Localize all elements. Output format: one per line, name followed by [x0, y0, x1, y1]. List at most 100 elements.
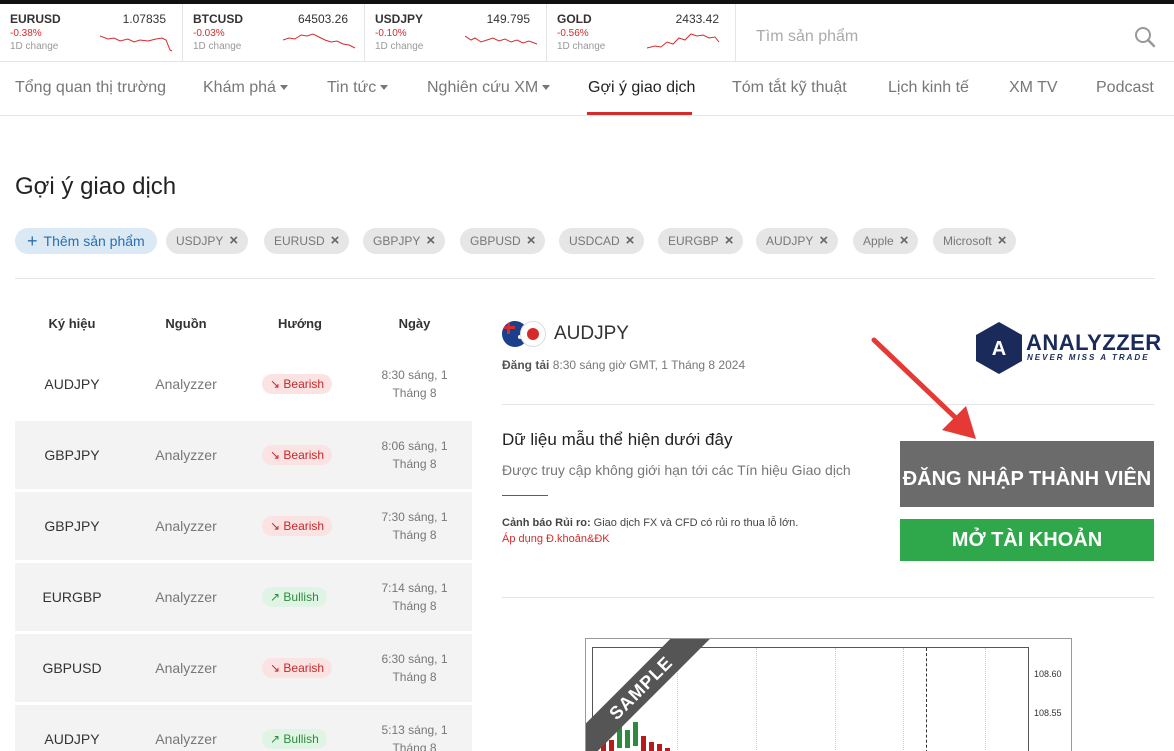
- nav-podcast[interactable]: Podcast: [1096, 79, 1154, 97]
- search-input[interactable]: [756, 25, 1116, 49]
- direction-label: Bearish: [283, 448, 325, 462]
- posted-info: Đăng tải 8:30 sáng giờ GMT, 1 Tháng 8 20…: [502, 358, 745, 372]
- header-source: Nguồn: [165, 316, 207, 331]
- grid-line: [903, 648, 904, 751]
- row-source: Analyzzer: [155, 660, 217, 676]
- promo-subtitle: Được truy cập không giới hạn tới các Tín…: [502, 462, 851, 478]
- ticker-usdjpy[interactable]: USDJPY 149.795 -0.10% 1D change: [365, 4, 547, 62]
- open-account-button[interactable]: MỞ TÀI KHOẢN: [900, 519, 1154, 561]
- logo-tagline: NEVER MISS A TRADE: [1027, 353, 1150, 362]
- member-login-button[interactable]: ĐĂNG NHẬP THÀNH VIÊN: [900, 441, 1154, 507]
- candle-bear: [641, 736, 646, 751]
- chip-microsoft[interactable]: Microsoft ×: [933, 228, 1017, 254]
- posted-label: Đăng tải: [502, 358, 550, 372]
- nav-trade-ideas[interactable]: Gợi ý giao dịch: [588, 79, 695, 97]
- close-icon[interactable]: ×: [527, 228, 536, 254]
- close-icon[interactable]: ×: [626, 228, 635, 254]
- search-icon[interactable]: [1134, 26, 1156, 48]
- nav-explore[interactable]: Khám phá: [203, 79, 288, 97]
- chip-usdcad[interactable]: USDCAD ×: [559, 228, 645, 254]
- ticker-price: 149.795: [486, 12, 530, 26]
- add-product-button[interactable]: + Thêm sản phẩm: [15, 228, 157, 254]
- chip-gbpjpy[interactable]: GBPJPY ×: [363, 228, 446, 254]
- direction-badge: ↘ Bearish: [262, 445, 333, 465]
- chip-usdjpy[interactable]: USDJPY ×: [166, 228, 249, 254]
- row-date-line1: 6:30 sáng, 1: [381, 652, 448, 666]
- row-source: Analyzzer: [155, 731, 217, 747]
- sparkline-icon: [465, 35, 538, 45]
- chip-label: USDJPY: [176, 234, 224, 248]
- nav-label: Khám phá: [203, 79, 276, 96]
- chip-eurusd[interactable]: EURUSD ×: [264, 228, 350, 254]
- nav-label: Tin tức: [327, 79, 377, 96]
- table-row[interactable]: AUDJPY Analyzzer ↗ Bullish 5:13 sáng, 1 T…: [15, 705, 472, 751]
- row-date-line2: Tháng 8: [392, 386, 437, 400]
- ticker-eurusd[interactable]: EURUSD 1.07835 -0.38% 1D change: [0, 4, 183, 62]
- nav-economic-calendar[interactable]: Lịch kinh tế: [888, 79, 969, 97]
- grid-line: [835, 648, 836, 751]
- logo-letter: A: [992, 338, 1006, 360]
- instrument-title: AUDJPY: [554, 323, 629, 344]
- y-tick-label: 108.55: [1034, 708, 1062, 718]
- grid-line: [985, 648, 986, 751]
- ticker-gold[interactable]: GOLD 2433.42 -0.56% 1D change: [547, 4, 736, 62]
- nav-xm-research[interactable]: Nghiên cứu XM: [427, 79, 551, 97]
- chip-gbpusd[interactable]: GBPUSD ×: [460, 228, 546, 254]
- close-icon[interactable]: ×: [998, 228, 1007, 254]
- y-tick-label: 108.60: [1034, 669, 1062, 679]
- nav-label: XM TV: [1009, 79, 1058, 96]
- nav-market-overview[interactable]: Tổng quan thị trường: [15, 79, 166, 97]
- table-row[interactable]: GBPJPY Analyzzer ↘ Bearish 7:30 sáng, 1 T…: [15, 492, 472, 560]
- row-source: Analyzzer: [155, 589, 217, 605]
- direction-label: Bullish: [283, 590, 319, 604]
- candle-bear: [649, 742, 654, 751]
- ticker-symbol: EURUSD: [10, 12, 61, 26]
- chip-eurgbp[interactable]: EURGBP ×: [658, 228, 744, 254]
- row-symbol: GBPUSD: [42, 660, 102, 676]
- risk-warning: Cảnh báo Rủi ro: Giao dịch FX và CFD có …: [502, 515, 798, 547]
- terms-link[interactable]: Áp dụng Đ.khoản&ĐK: [502, 531, 798, 547]
- ticker-change-label: 1D change: [10, 41, 59, 52]
- row-date: 8:06 sáng, 1 Tháng 8: [357, 437, 472, 473]
- direction-badge: ↘ Bearish: [262, 658, 333, 678]
- row-date-line1: 7:30 sáng, 1: [381, 510, 448, 524]
- close-icon[interactable]: ×: [725, 228, 734, 254]
- close-icon[interactable]: ×: [331, 228, 340, 254]
- close-icon[interactable]: ×: [900, 228, 909, 254]
- chip-audjpy[interactable]: AUDJPY ×: [756, 228, 839, 254]
- row-symbol: GBPJPY: [44, 447, 100, 463]
- nav-xm-tv[interactable]: XM TV: [1009, 79, 1058, 97]
- ticker-change-label: 1D change: [193, 41, 242, 52]
- chip-apple[interactable]: Apple ×: [853, 228, 919, 254]
- caret-down-icon: [380, 85, 389, 91]
- divider: [502, 597, 1154, 598]
- ticker-price: 64503.26: [297, 12, 348, 26]
- close-icon[interactable]: ×: [426, 228, 435, 254]
- ticker-symbol: BTCUSD: [193, 12, 243, 26]
- sparkline-icon: [100, 35, 173, 52]
- promo-title: Dữ liệu mẫu thể hiện dưới đây: [502, 430, 733, 449]
- table-row[interactable]: AUDJPY Analyzzer ↘ Bearish 8:30 sáng, 1 T…: [15, 350, 472, 418]
- ticker-btcusd[interactable]: BTCUSD 64503.26 -0.03% 1D change: [183, 4, 365, 62]
- red-arrow-icon: [871, 337, 976, 439]
- nav-news[interactable]: Tin tức: [327, 79, 389, 97]
- table-row[interactable]: GBPJPY Analyzzer ↘ Bearish 8:06 sáng, 1 T…: [15, 421, 472, 489]
- table-row[interactable]: GBPUSD Analyzzer ↘ Bearish 6:30 sáng, 1 T…: [15, 634, 472, 702]
- row-date-line2: Tháng 8: [392, 670, 437, 684]
- candle-bull: [625, 730, 630, 748]
- grid-line: [756, 648, 757, 751]
- nav-technical-summary[interactable]: Tóm tắt kỹ thuật: [732, 79, 847, 97]
- ticker-change: -0.03%: [193, 28, 225, 39]
- risk-text: Giao dịch FX và CFD có rủi ro thua lỗ lớ…: [593, 517, 799, 529]
- nav-label: Nghiên cứu XM: [427, 79, 539, 96]
- row-symbol: AUDJPY: [44, 376, 100, 392]
- row-date-line2: Tháng 8: [392, 457, 437, 471]
- row-date: 7:14 sáng, 1 Tháng 8: [357, 579, 472, 615]
- close-icon[interactable]: ×: [819, 228, 828, 254]
- close-icon[interactable]: ×: [229, 228, 238, 254]
- plus-icon: +: [27, 231, 38, 251]
- nav-label: Podcast: [1096, 79, 1154, 96]
- ticker-change: -0.10%: [375, 28, 407, 39]
- table-row[interactable]: EURGBP Analyzzer ↗ Bullish 7:14 sáng, 1 T…: [15, 563, 472, 631]
- row-date-line2: Tháng 8: [392, 741, 437, 751]
